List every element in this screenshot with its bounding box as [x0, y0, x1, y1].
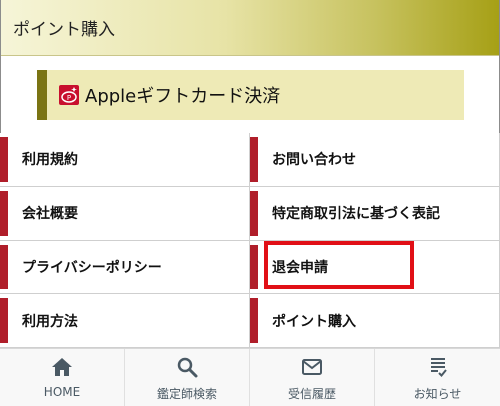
nav-received-history[interactable]: 受信履歴 [250, 349, 375, 406]
point-purchase-header: ポイント購入 [1, 0, 499, 56]
home-icon [52, 358, 72, 376]
menu-item-terms[interactable]: 利用規約 [0, 133, 250, 187]
menu-item-contact[interactable]: お問い合わせ [250, 133, 500, 187]
menu-item-label: お問い合わせ [272, 152, 356, 169]
menu-item-label: ポイント購入 [272, 313, 356, 330]
menu-item-usage[interactable]: 利用方法 [0, 294, 250, 348]
apple-gift-card-label: Appleギフトカード決済 [85, 86, 281, 107]
nav-search-label: 鑑定師検索 [156, 387, 217, 401]
menu-item-company[interactable]: 会社概要 [0, 186, 250, 241]
menu-item-withdrawal[interactable]: 退会申請 [250, 240, 500, 295]
apple-gift-card-payment-button[interactable]: P Appleギフトカード決済 [37, 70, 464, 120]
menu-item-label: 退会申請 [272, 259, 328, 276]
nav-notices-label: お知らせ [413, 387, 462, 401]
notice-list-icon [430, 358, 447, 377]
nav-notices[interactable]: お知らせ [375, 349, 500, 406]
bottom-nav: HOME 鑑定師検索 受信履歴 お知らせ [0, 348, 500, 406]
menu-item-point-purchase[interactable]: ポイント購入 [250, 294, 500, 348]
point-purchase-section: ポイント購入 P Appleギフトカード決済 [0, 0, 500, 134]
nav-history-label: 受信履歴 [287, 387, 336, 401]
menu-item-label: 会社概要 [22, 206, 78, 223]
menu-item-label: プライバシーポリシー [22, 259, 162, 276]
search-icon [177, 357, 198, 378]
nav-home-label: HOME [43, 385, 81, 399]
svg-text:P: P [67, 94, 71, 102]
menu-item-label: 特定商取引法に基づく表記 [272, 206, 440, 223]
gift-card-icon: P [59, 85, 79, 105]
point-purchase-title: ポイント購入 [13, 20, 115, 40]
nav-home[interactable]: HOME [0, 349, 125, 406]
menu-item-label: 利用規約 [22, 152, 78, 169]
menu-item-commercial-law[interactable]: 特定商取引法に基づく表記 [250, 186, 500, 241]
mail-icon [302, 359, 322, 375]
nav-fortune-teller-search[interactable]: 鑑定師検索 [125, 349, 250, 406]
menu-grid: 利用規約 お問い合わせ 会社概要 特定商取引法に基づく表記 プライバシーポリシー… [0, 133, 500, 348]
menu-item-privacy[interactable]: プライバシーポリシー [0, 240, 250, 295]
menu-item-label: 利用方法 [22, 313, 78, 330]
